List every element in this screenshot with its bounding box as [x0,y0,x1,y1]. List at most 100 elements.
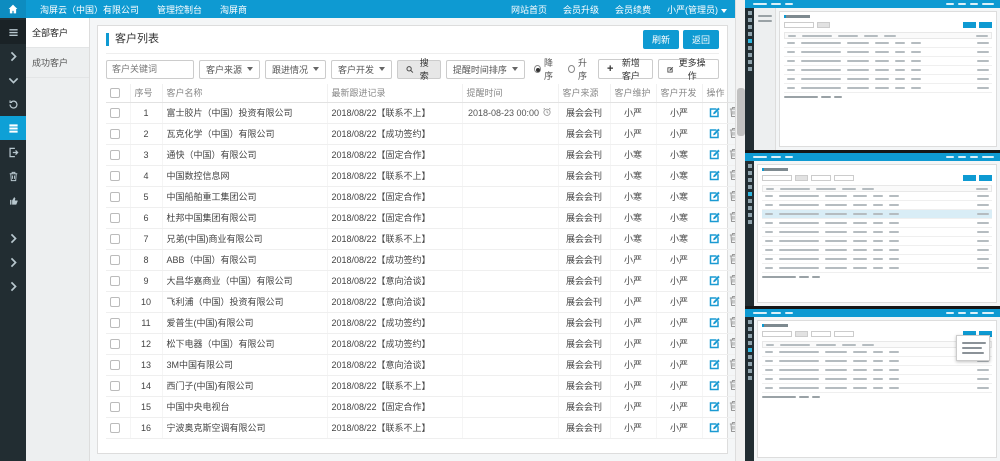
caret-down-icon [512,67,518,71]
trash-icon[interactable] [728,358,735,372]
chevron-right-icon[interactable] [0,274,26,298]
row-checkbox[interactable] [110,423,120,433]
navbar-member-upgrade[interactable]: 会员升级 [563,3,599,16]
edit-icon[interactable] [709,295,721,309]
more-actions-button[interactable]: 更多操作 [658,59,719,79]
trash-icon[interactable] [728,190,735,204]
edit-icon[interactable] [709,190,721,204]
trash-icon[interactable] [728,379,735,393]
keyword-input[interactable] [106,60,194,79]
edit-icon[interactable] [709,316,721,330]
edit-icon[interactable] [709,232,721,246]
sort-asc-radio[interactable]: 升序 [568,56,593,82]
edit-icon[interactable] [709,106,721,120]
row-checkbox[interactable] [110,255,120,265]
edit-icon[interactable] [709,169,721,183]
edit-icon[interactable] [709,421,721,435]
edit-icon[interactable] [709,337,721,351]
preview-thumbnail-1[interactable] [745,0,1000,150]
row-checkbox[interactable] [110,192,120,202]
preview-thumbnail-3[interactable] [745,309,1000,461]
navbar-company[interactable]: 淘屏云（中国）有限公司 [40,3,139,16]
trash-icon[interactable] [728,316,735,330]
vertical-scrollbar[interactable] [735,0,745,461]
edit-icon[interactable] [709,358,721,372]
row-checkbox[interactable] [110,129,120,139]
home-icon[interactable] [0,0,26,18]
navbar-member-renew[interactable]: 会员续费 [615,3,651,16]
trash-icon[interactable] [728,211,735,225]
refresh-button[interactable]: 刷新 [643,30,679,49]
trash-icon[interactable] [0,164,26,188]
chevron-right-icon[interactable] [0,226,26,250]
cell-no: 12 [130,333,162,354]
navbar-console[interactable]: 管理控制台 [157,3,202,16]
select-all-checkbox[interactable] [110,88,120,98]
scrollbar-thumb[interactable] [737,88,745,136]
edit-icon[interactable] [709,127,721,141]
row-checkbox[interactable] [110,150,120,160]
preview-table-row [784,39,992,48]
history-icon[interactable] [0,92,26,116]
trash-icon[interactable] [728,400,735,414]
trash-icon[interactable] [728,232,735,246]
sidebar-item-success-customers[interactable]: 成功客户 [26,48,89,78]
edit-icon[interactable] [709,274,721,288]
sidebar-icon-rail [0,18,26,461]
preview-table-header [762,185,992,192]
row-checkbox[interactable] [110,297,120,307]
navbar-site-home[interactable]: 网站首页 [511,3,547,16]
row-checkbox[interactable] [110,381,120,391]
chevron-right-icon[interactable] [0,250,26,274]
trash-icon[interactable] [728,253,735,267]
cell-developer: 小严 [656,270,702,291]
row-checkbox[interactable] [110,234,120,244]
developer-select[interactable]: 客户开发 [331,60,392,79]
navbar-user-menu[interactable]: 小严(管理员) [667,3,727,16]
trash-icon[interactable] [728,274,735,288]
row-checkbox[interactable] [110,171,120,181]
row-checkbox[interactable] [110,213,120,223]
cell-customer-name: 中国数控信息网 [162,165,327,186]
edit-icon[interactable] [709,400,721,414]
chevron-down-icon[interactable] [0,68,26,92]
menu-icon[interactable] [0,20,26,44]
back-button[interactable]: 返回 [683,30,719,49]
sort-desc-radio[interactable]: 降序 [534,56,559,82]
sort-field-select[interactable]: 提醒时间排序 [446,60,525,79]
search-button[interactable]: 搜索 [397,60,441,79]
edit-icon[interactable] [709,211,721,225]
sidebar-item-all-customers[interactable]: 全部客户 [26,18,89,48]
thumbs-up-icon[interactable] [0,188,26,212]
navbar-shop[interactable]: 淘屏商 [220,3,247,16]
cell-source: 展会会刊 [558,312,610,333]
edit-icon[interactable] [709,253,721,267]
followup-select[interactable]: 跟进情况 [265,60,326,79]
trash-icon[interactable] [728,127,735,141]
preview-table-row [784,66,992,75]
chevron-right-icon[interactable] [0,44,26,68]
row-checkbox[interactable] [110,318,120,328]
row-checkbox[interactable] [110,402,120,412]
trash-icon[interactable] [728,169,735,183]
trash-icon[interactable] [728,106,735,120]
radio-icon [534,65,541,73]
cell-source: 展会会刊 [558,291,610,312]
trash-icon[interactable] [728,421,735,435]
trash-icon[interactable] [728,337,735,351]
row-checkbox[interactable] [110,108,120,118]
row-checkbox[interactable] [110,276,120,286]
preview-thumbnail-2[interactable] [745,153,1000,306]
row-checkbox[interactable] [110,360,120,370]
cell-no: 4 [130,165,162,186]
edit-icon[interactable] [709,379,721,393]
list-icon[interactable] [0,116,26,140]
trash-icon[interactable] [728,148,735,162]
edit-icon[interactable] [709,148,721,162]
add-customer-button[interactable]: +新增客户 [598,59,653,79]
table-row: 8ABB（中国）有限公司2018/08/22【成功签约】展会会刊小严小严 [106,249,735,270]
row-checkbox[interactable] [110,339,120,349]
logout-icon[interactable] [0,140,26,164]
trash-icon[interactable] [728,295,735,309]
source-select[interactable]: 客户来源 [199,60,260,79]
